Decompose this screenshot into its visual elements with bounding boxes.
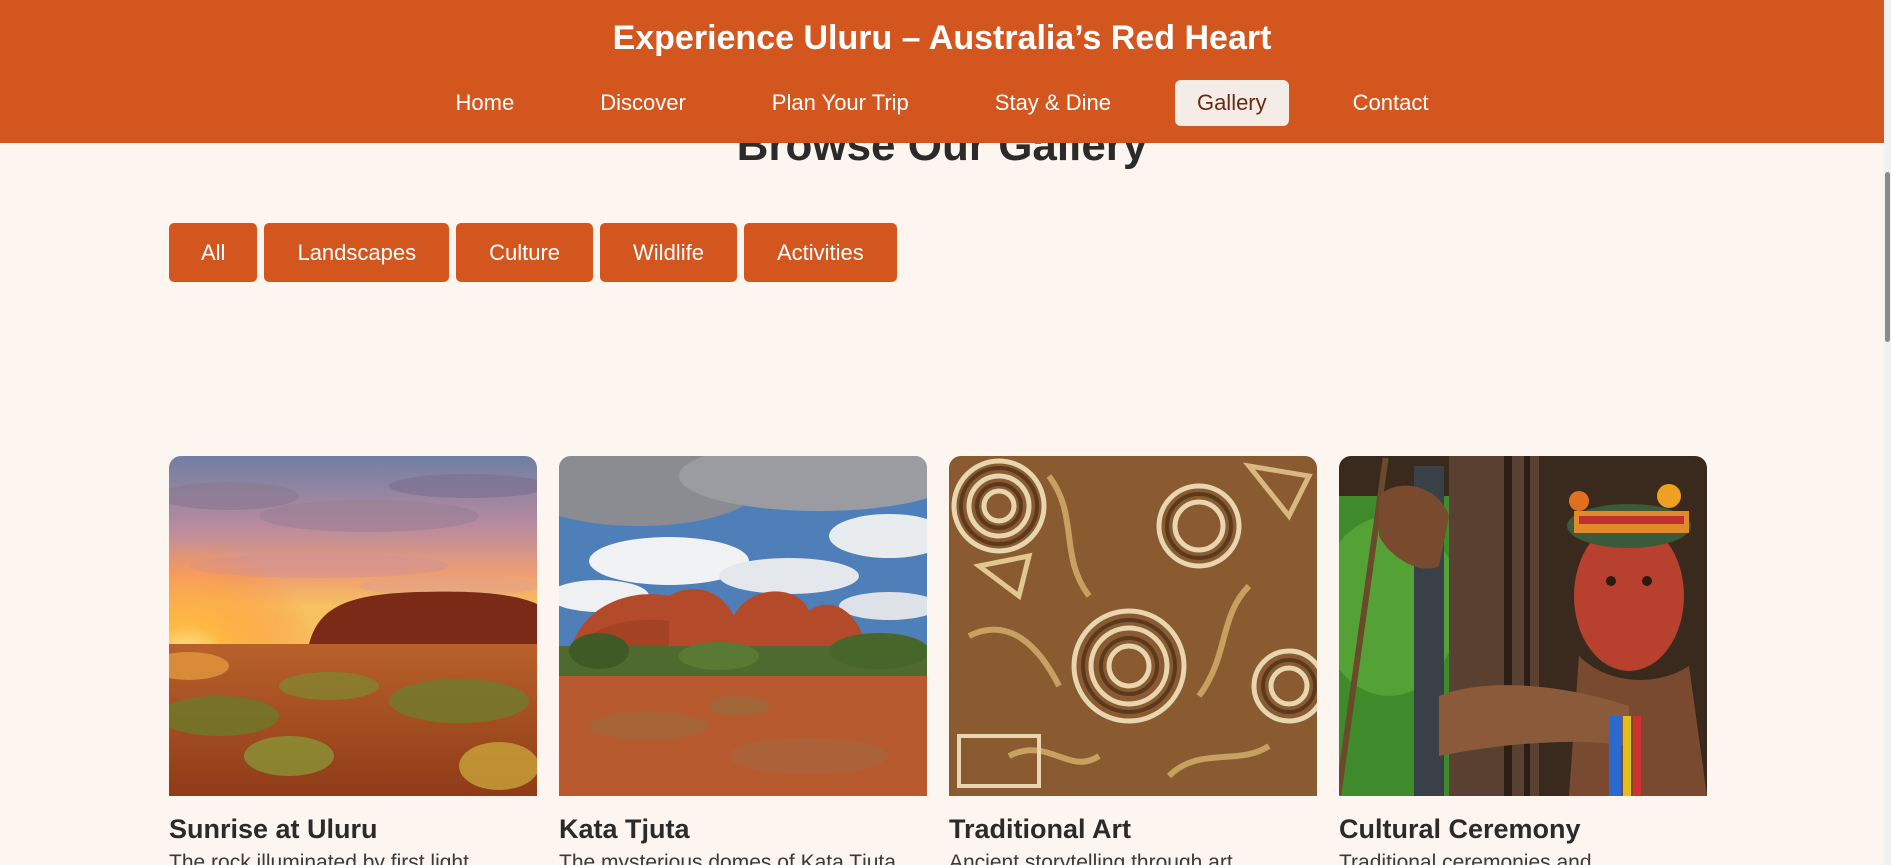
filter-all-button[interactable]: All [169,223,258,282]
site-header: Experience Uluru – Australia’s Red Heart… [0,0,1884,143]
card-title: Kata Tjuta [559,814,690,844]
scrollbar-thumb[interactable] [1885,172,1890,342]
page-scrollbar[interactable] [1884,0,1891,865]
nav-gallery[interactable]: Gallery [1174,80,1289,126]
card-title: Traditional Art [949,814,1132,844]
gallery-card[interactable]: Sunrise at Uluru The rock illuminated by… [169,456,537,865]
kata-tjuta-photo[interactable] [559,456,927,796]
nav-discover[interactable]: Discover [578,80,708,126]
nav-home[interactable]: Home [434,80,537,126]
filter-wildlife-button[interactable]: Wildlife [600,223,737,282]
gallery-card[interactable]: Kata Tjuta The mysterious domes of Kata … [559,456,927,865]
card-description: Traditional ceremonies and [1339,851,1592,865]
site-title: Experience Uluru – Australia’s Red Heart [612,19,1272,57]
nav-contact[interactable]: Contact [1331,80,1451,126]
filter-activities-button[interactable]: Activities [743,223,897,282]
uluru-sunrise-photo[interactable] [169,456,537,796]
card-title: Cultural Ceremony [1339,814,1581,844]
gallery-filters: All Landscapes Culture Wildlife Activiti… [169,223,897,282]
card-description: The mysterious domes of Kata Tjuta [559,851,896,865]
card-description: The rock illuminated by first light [169,851,469,865]
page: Experience Uluru – Australia’s Red Heart… [0,0,1891,865]
ceremony-portrait-photo[interactable] [1339,456,1707,796]
dot-painting-photo[interactable] [949,456,1317,796]
filter-landscapes-button[interactable]: Landscapes [264,223,450,282]
gallery-card[interactable]: Traditional Art Ancient storytelling thr… [949,456,1317,865]
nav-stay-and-dine[interactable]: Stay & Dine [973,80,1133,126]
card-title: Sunrise at Uluru [169,814,378,844]
gallery-grid: Sunrise at Uluru The rock illuminated by… [169,456,1707,865]
nav-plan-your-trip[interactable]: Plan Your Trip [750,80,931,126]
filter-culture-button[interactable]: Culture [456,223,594,282]
card-description: Ancient storytelling through art [949,851,1233,865]
gallery-card[interactable]: Cultural Ceremony Traditional ceremonies… [1339,456,1707,865]
main-nav: Home Discover Plan Your Trip Stay & Dine… [0,80,1884,126]
